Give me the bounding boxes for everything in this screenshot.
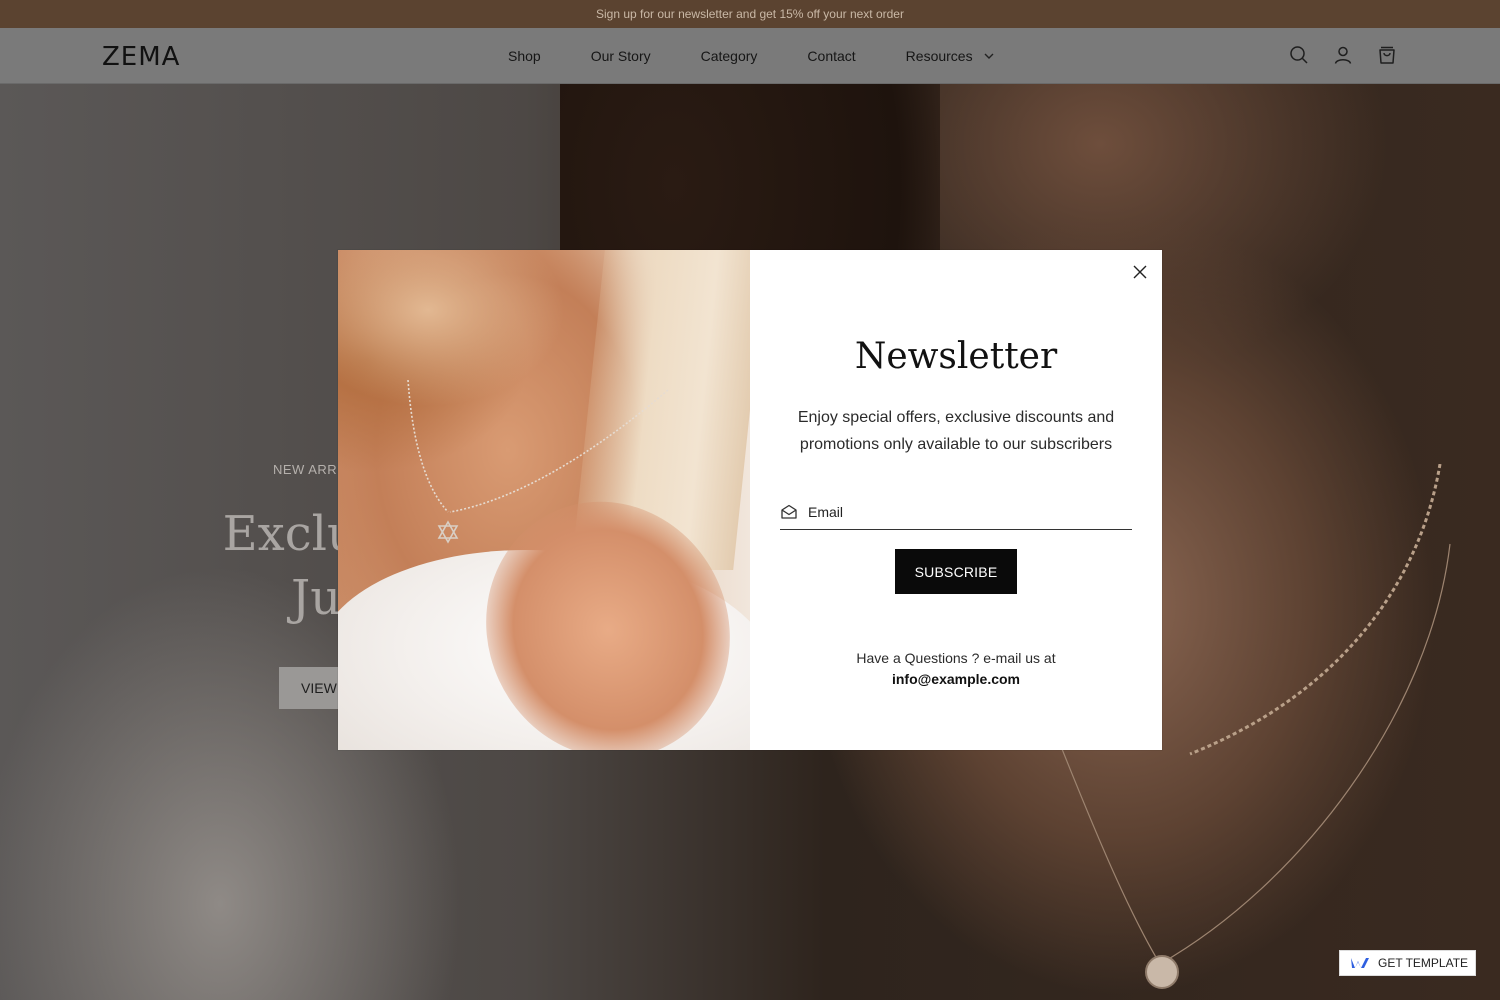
mail-icon [781, 504, 797, 519]
nav-item-label: Shop [508, 48, 541, 64]
get-template-button[interactable]: GET TEMPLATE [1339, 950, 1476, 976]
necklace-pendant-image [407, 379, 669, 544]
contact-text: Have a Questions ? e-mail us at [856, 650, 1056, 666]
nav-item-label: Our Story [590, 48, 651, 64]
nav-item-contact[interactable]: Contact [807, 48, 855, 64]
newsletter-modal: Newsletter Enjoy special offers, exclusi… [338, 250, 1162, 750]
close-icon[interactable] [1132, 264, 1148, 280]
nav-item-our-story[interactable]: Our Story [591, 48, 651, 64]
logo[interactable]: ZEMA [102, 42, 180, 72]
chevron-down-icon [984, 53, 994, 59]
main-nav: Shop Our Story Category Contact Resource… [508, 28, 995, 84]
email-field-wrapper [780, 494, 1132, 530]
webflow-icon [1351, 958, 1369, 968]
nav-item-category[interactable]: Category [701, 48, 758, 64]
newsletter-image [338, 250, 750, 750]
header-actions [1288, 44, 1398, 66]
user-icon[interactable] [1332, 44, 1354, 66]
contact-email-link[interactable]: info@example.com [750, 671, 1162, 687]
announcement-bar: Sign up for our newsletter and get 15% o… [0, 0, 1500, 28]
hero-label: NEW ARRI [273, 462, 342, 477]
nav-item-resources[interactable]: Resources [906, 48, 995, 64]
email-field[interactable] [808, 503, 1108, 520]
get-template-label: GET TEMPLATE [1378, 956, 1469, 970]
nav-item-label: Contact [807, 48, 856, 64]
nav-item-label: Category [700, 48, 758, 64]
newsletter-description: Enjoy special offers, exclusive discount… [797, 409, 1115, 453]
site-header: ZEMA Shop Our Story Category Contact Res… [0, 28, 1500, 84]
newsletter-panel: Newsletter Enjoy special offers, exclusi… [750, 250, 1162, 750]
search-icon[interactable] [1288, 44, 1310, 66]
subscribe-button[interactable]: SUBSCRIBE [895, 549, 1017, 594]
announcement-text: Sign up for our newsletter and get 15% o… [596, 7, 904, 21]
nav-item-shop[interactable]: Shop [508, 48, 541, 64]
cart-icon[interactable] [1376, 44, 1398, 66]
nav-item-label: Resources [905, 48, 973, 64]
newsletter-title: Newsletter [854, 336, 1058, 377]
